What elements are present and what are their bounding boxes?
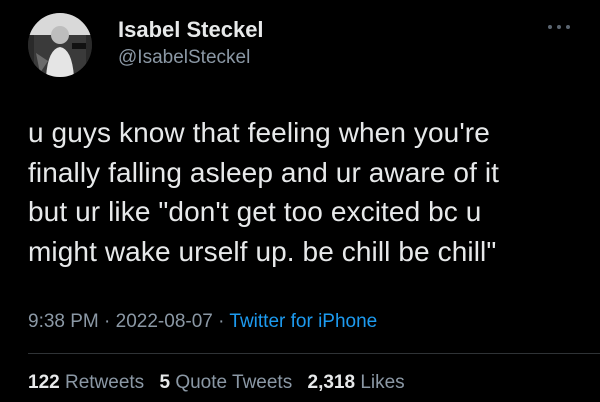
retweets-stat[interactable]: 122 Retweets	[28, 372, 144, 393]
quote-tweets-label: Quote Tweets	[175, 372, 293, 393]
tweet-time[interactable]: 9:38 PM	[28, 311, 99, 332]
display-name[interactable]: Isabel Steckel	[118, 17, 264, 43]
avatar[interactable]	[28, 13, 92, 77]
divider	[28, 353, 600, 354]
tweet-card: Isabel Steckel @IsabelSteckel u guys kno…	[0, 0, 600, 402]
tweet-meta: 9:38 PM · 2022-08-07 · Twitter for iPhon…	[28, 311, 377, 333]
retweets-label: Retweets	[64, 372, 145, 393]
engagement-stats: 122 Retweets 5 Quote Tweets 2,318 Likes	[28, 372, 415, 394]
meta-separator: ·	[218, 311, 225, 332]
more-options-icon[interactable]	[546, 22, 572, 32]
retweets-count: 122	[28, 372, 60, 393]
likes-label: Likes	[360, 372, 405, 393]
quote-tweets-stat[interactable]: 5 Quote Tweets	[159, 372, 292, 393]
quote-tweets-count: 5	[159, 372, 171, 393]
likes-stat[interactable]: 2,318 Likes	[308, 372, 405, 393]
likes-count: 2,318	[307, 372, 356, 393]
profile-photo-icon	[28, 13, 92, 77]
user-handle[interactable]: @IsabelSteckel	[118, 47, 250, 69]
tweet-source-link[interactable]: Twitter for iPhone	[229, 311, 377, 332]
meta-separator: ·	[104, 311, 111, 332]
tweet-date[interactable]: 2022-08-07	[116, 311, 213, 332]
tweet-text: u guys know that feeling when you're fin…	[28, 117, 500, 267]
